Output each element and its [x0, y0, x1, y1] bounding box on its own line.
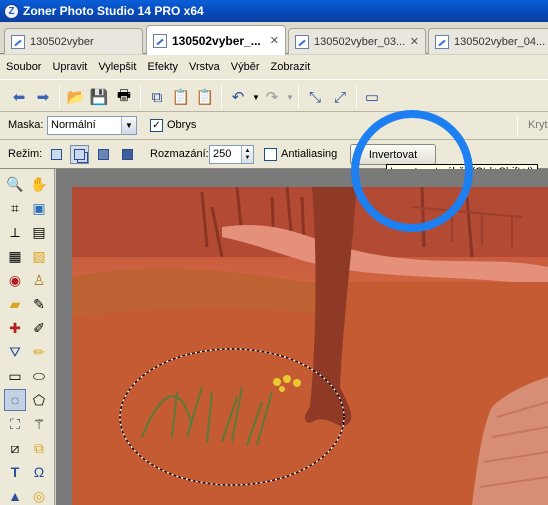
chevron-down-icon: ▼	[121, 117, 136, 134]
warp-icon[interactable]: ⧉	[28, 437, 50, 459]
mode-new-selection-button[interactable]	[47, 145, 66, 164]
levels-icon[interactable]: ▦	[4, 245, 26, 267]
image-icon[interactable]: ▣	[28, 197, 50, 219]
print-icon[interactable]: 🖶	[114, 87, 134, 107]
antialias-label: Antialiasing	[281, 148, 338, 160]
window-title: Zoner Photo Studio 14 PRO x64	[23, 4, 204, 18]
straighten-icon[interactable]: ⟂	[4, 221, 26, 243]
omega-icon[interactable]: Ω	[28, 461, 50, 483]
cover-label: Kryt	[528, 119, 548, 131]
options-bar-mask: Maska: Normální ▼ ✓ Obrys Kryt	[0, 112, 548, 140]
tab-1[interactable]: 130502vyber	[4, 28, 143, 54]
document-tabs: 130502vyber 130502vyber_... ✕ 130502vybe…	[0, 22, 548, 55]
image-doc-icon	[295, 34, 309, 49]
paste-as-icon[interactable]: 📋	[195, 87, 215, 107]
menu-vylepsit[interactable]: Vylepšit	[98, 61, 136, 73]
mode-add-selection-button[interactable]	[70, 145, 89, 164]
tab-label: 130502vyber_04...	[454, 35, 546, 48]
forward-arrow-icon[interactable]: ➡	[33, 87, 53, 107]
crop-fit-icon[interactable]: ⤢	[330, 87, 350, 107]
sharpen-icon[interactable]: ▲	[4, 485, 26, 505]
photo-canvas[interactable]	[72, 187, 548, 505]
smudge-icon[interactable]: ✐	[28, 317, 50, 339]
title-bar: Z Zoner Photo Studio 14 PRO x64	[0, 0, 548, 22]
subtract-selection-icon	[98, 149, 109, 160]
tab-label: 130502vyber	[30, 35, 94, 48]
menu-vrstva[interactable]: Vrstva	[189, 61, 220, 73]
transform-icon[interactable]: ⧄	[4, 437, 26, 459]
image-doc-icon	[11, 34, 25, 49]
paste-icon[interactable]: 📋	[171, 87, 191, 107]
circle-icon[interactable]: ◎	[28, 485, 50, 505]
intersect-selection-icon	[122, 149, 133, 160]
lasso-icon[interactable]: ◌	[4, 389, 26, 411]
blur-value: 250	[213, 148, 232, 160]
tab-label: 130502vyber_03...	[314, 35, 406, 48]
eraser-icon[interactable]: ▰	[4, 293, 26, 315]
spinner-arrows-icon[interactable]: ▲ ▼	[241, 146, 253, 163]
app-logo-icon: Z	[4, 3, 19, 19]
mode-intersect-selection-button[interactable]	[118, 145, 137, 164]
ellipse-select-icon[interactable]: ⬭	[28, 365, 50, 387]
outline-checkbox[interactable]: ✓	[150, 119, 163, 132]
fill-icon[interactable]: ⛛	[4, 341, 26, 363]
invert-button[interactable]: Invertovat	[350, 144, 436, 165]
save-icon[interactable]: 💾	[89, 87, 109, 107]
frame-icon[interactable]: ▤	[28, 221, 50, 243]
add-selection-icon	[74, 149, 85, 160]
undo-icon[interactable]: ↶	[228, 87, 248, 107]
copy-icon[interactable]: ⧉	[147, 87, 167, 107]
close-tab-icon[interactable]: ✕	[410, 35, 419, 48]
mask-select-value: Normální	[51, 119, 96, 131]
antialias-checkbox[interactable]	[264, 148, 277, 161]
close-tab-icon[interactable]: ✕	[270, 34, 279, 47]
pencil-icon[interactable]: ✏	[28, 341, 50, 363]
redo-icon[interactable]: ↷	[262, 87, 282, 107]
tab-3[interactable]: 130502vyber_03... ✕	[288, 28, 426, 54]
blur-label: Rozmazání:	[150, 148, 209, 160]
photo-image	[72, 187, 548, 505]
mode-subtract-selection-button[interactable]	[94, 145, 113, 164]
main-toolbar: ⬅ ➡ 📂 💾 🖶 ⧉ 📋 📋 ↶ ▼ ↷ ▼ ⤡ ⤢ ▭	[0, 79, 548, 112]
ruler-icon[interactable]: ▭	[362, 87, 382, 107]
menu-upravit[interactable]: Upravit	[52, 61, 87, 73]
gradient-icon[interactable]: ▧	[28, 245, 50, 267]
brush-icon[interactable]: ✎	[28, 293, 50, 315]
menu-soubor[interactable]: Soubor	[6, 61, 41, 73]
open-folder-icon[interactable]: 📂	[66, 87, 86, 107]
rect-select-icon[interactable]: ▭	[4, 365, 26, 387]
tab-label: 130502vyber_...	[172, 33, 261, 48]
blur-input[interactable]: 250 ▲ ▼	[209, 145, 254, 164]
redo-dropdown-icon[interactable]: ▼	[280, 87, 300, 107]
menu-efekty[interactable]: Efekty	[147, 61, 178, 73]
image-doc-icon	[153, 33, 167, 48]
menu-vyber[interactable]: Výběr	[231, 61, 260, 73]
menu-zobrazit[interactable]: Zobrazit	[271, 61, 311, 73]
image-doc-icon	[435, 34, 449, 49]
outline-label: Obrys	[167, 119, 197, 131]
hand-icon[interactable]: ✋	[28, 173, 50, 195]
tab-2-active[interactable]: 130502vyber_... ✕	[146, 25, 286, 55]
zoom-icon[interactable]: 🔍	[4, 173, 26, 195]
wand-icon[interactable]: ⚚	[28, 413, 50, 435]
polygon-lasso-icon[interactable]: ⬠	[28, 389, 50, 411]
plus-brush-icon[interactable]: ✚	[4, 317, 26, 339]
mode-label: Režim:	[8, 148, 43, 160]
magic-wand-icon[interactable]: ⛶	[4, 413, 26, 435]
back-arrow-icon[interactable]: ⬅	[9, 87, 29, 107]
stamp-icon[interactable]: ♙	[28, 269, 50, 291]
tools-panel: 🔍 ✋ ⌗ ▣ ⟂ ▤ ▦ ▧ ◉ ♙ ▰ ✎ ✚ ✐ ⛛ ✏ ▭ ⬭ ◌ ⬠ …	[0, 169, 55, 505]
crop-icon[interactable]: ⌗	[4, 197, 26, 219]
menu-bar: Soubor Upravit Vylepšit Efekty Vrstva Vý…	[0, 55, 548, 79]
text-icon[interactable]: T	[4, 461, 26, 483]
red-eye-icon[interactable]: ◉	[4, 269, 26, 291]
new-selection-icon	[51, 149, 62, 160]
fit-icon[interactable]: ⤡	[305, 87, 325, 107]
mask-select[interactable]: Normální ▼	[47, 116, 137, 135]
tab-4[interactable]: 130502vyber_04...	[428, 28, 548, 54]
mask-label: Maska:	[8, 119, 44, 131]
